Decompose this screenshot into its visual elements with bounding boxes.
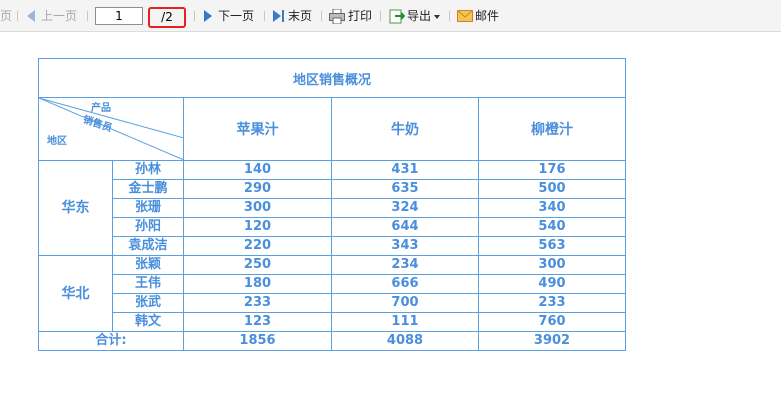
salesperson-cell: 张颖 xyxy=(112,255,184,275)
value-cell: 123 xyxy=(183,312,332,332)
table-row: 张武 233 700 233 xyxy=(39,293,626,313)
value-cell: 233 xyxy=(478,293,626,313)
mail-button[interactable]: 邮件 xyxy=(457,0,499,31)
salesperson-cell: 王伟 xyxy=(112,274,184,294)
table-row: 华北 张颖 250 234 300 xyxy=(38,255,626,332)
prev-arrow-icon xyxy=(27,10,35,22)
export-icon xyxy=(389,9,405,24)
print-button[interactable]: 打印 xyxy=(329,0,372,31)
toolbar-divider xyxy=(380,11,381,21)
value-cell: 644 xyxy=(331,217,479,237)
value-cell: 120 xyxy=(183,217,332,237)
page-number-input[interactable] xyxy=(95,7,143,25)
export-label: 导出 xyxy=(407,9,432,23)
table-row: 韩文 123 111 760 xyxy=(39,312,626,332)
value-cell: 760 xyxy=(478,312,626,332)
table-row: 华东 孙林 140 431 176 xyxy=(38,160,626,256)
next-arrow-icon xyxy=(204,10,212,22)
printer-icon xyxy=(329,9,345,24)
product-header: 柳橙汁 xyxy=(478,97,626,161)
salesperson-cell: 张武 xyxy=(112,293,184,313)
next-page-button[interactable]: 下一页 xyxy=(204,0,254,31)
report-toolbar: 页 上一页 /2 下一页 末页 打印 xyxy=(0,0,781,32)
mail-label: 邮件 xyxy=(475,9,500,23)
value-cell: 324 xyxy=(331,198,479,218)
toolbar-divider xyxy=(194,11,195,21)
salesperson-cell: 韩文 xyxy=(112,312,184,332)
toolbar-divider xyxy=(264,11,265,21)
sales-report-table: 地区销售概况 产品 销售员 地区 苹果汁 牛奶 柳橙汁 华东 孙林 140 43… xyxy=(38,58,626,351)
value-cell: 233 xyxy=(183,293,332,313)
prev-page-button[interactable]: 上一页 xyxy=(27,0,77,31)
value-cell: 290 xyxy=(183,179,332,199)
last-page-icon xyxy=(273,10,284,22)
table-row: 孙阳 120 644 540 xyxy=(39,217,626,237)
value-cell: 340 xyxy=(478,198,626,218)
value-cell: 234 xyxy=(331,255,479,275)
value-cell: 111 xyxy=(331,312,479,332)
diag-label-product: 产品 xyxy=(91,103,111,114)
toolbar-divider xyxy=(321,11,322,21)
total-value-cell: 3902 xyxy=(478,331,626,351)
value-cell: 563 xyxy=(478,236,626,256)
toolbar-divider xyxy=(17,11,18,21)
total-row: 合计: 1856 4088 3902 xyxy=(38,331,626,351)
print-label: 打印 xyxy=(348,9,373,23)
table-row: 张珊 300 324 340 xyxy=(39,198,626,218)
value-cell: 300 xyxy=(478,255,626,275)
value-cell: 500 xyxy=(478,179,626,199)
prev-page-label: 上一页 xyxy=(41,9,78,23)
value-cell: 250 xyxy=(183,255,332,275)
first-page-button[interactable]: 页 xyxy=(0,0,12,31)
salesperson-cell: 金士鹏 xyxy=(112,179,184,199)
last-page-label: 末页 xyxy=(288,9,313,23)
total-value-cell: 4088 xyxy=(331,331,479,351)
next-page-label: 下一页 xyxy=(218,9,255,23)
product-header: 苹果汁 xyxy=(183,97,332,161)
value-cell: 635 xyxy=(331,179,479,199)
value-cell: 140 xyxy=(183,160,332,180)
mail-icon xyxy=(457,10,473,22)
salesperson-cell: 张珊 xyxy=(112,198,184,218)
toolbar-divider xyxy=(449,11,450,21)
region-cell: 华北 xyxy=(38,255,113,332)
total-value-cell: 1856 xyxy=(183,331,332,351)
product-header: 牛奶 xyxy=(331,97,479,161)
value-cell: 431 xyxy=(331,160,479,180)
value-cell: 490 xyxy=(478,274,626,294)
value-cell: 176 xyxy=(478,160,626,180)
value-cell: 666 xyxy=(331,274,479,294)
export-button[interactable]: 导出 xyxy=(389,0,440,31)
diagonal-header-cell: 产品 销售员 地区 xyxy=(38,97,184,161)
value-cell: 540 xyxy=(478,217,626,237)
table-row: 袁成洁 220 343 563 xyxy=(39,236,626,256)
diag-label-region: 地区 xyxy=(47,136,67,147)
value-cell: 343 xyxy=(331,236,479,256)
dropdown-arrow-icon xyxy=(434,15,440,19)
first-page-label: 页 xyxy=(0,9,13,23)
total-label: 合计: xyxy=(38,331,184,351)
last-page-button[interactable]: 末页 xyxy=(273,0,312,31)
salesperson-cell: 孙阳 xyxy=(112,217,184,237)
salesperson-cell: 孙林 xyxy=(112,160,184,180)
page-total-indicator: /2 xyxy=(148,7,186,28)
value-cell: 300 xyxy=(183,198,332,218)
value-cell: 180 xyxy=(183,274,332,294)
table-row: 金士鹏 290 635 500 xyxy=(39,179,626,199)
region-cell: 华东 xyxy=(38,160,113,256)
toolbar-divider xyxy=(87,11,88,21)
salesperson-cell: 袁成洁 xyxy=(112,236,184,256)
value-cell: 220 xyxy=(183,236,332,256)
value-cell: 700 xyxy=(331,293,479,313)
table-row: 王伟 180 666 490 xyxy=(39,274,626,294)
report-title: 地区销售概况 xyxy=(38,58,626,98)
